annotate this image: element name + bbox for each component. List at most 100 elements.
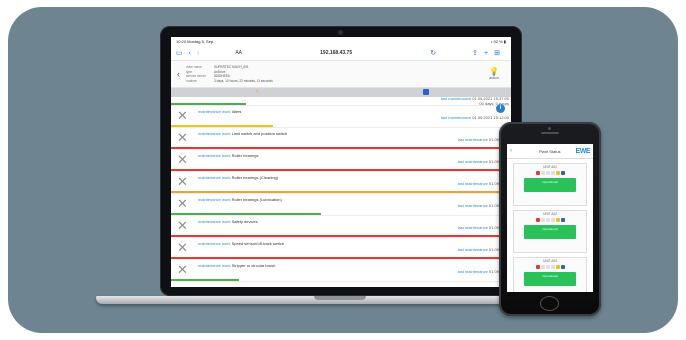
maintenance-prefix: maintenance work [198,153,231,158]
unit-status-button[interactable]: Operational [524,225,576,239]
unit-name: UNIT A01 [543,165,557,169]
status-bar [171,279,239,281]
brand-logo: EWE [575,147,591,155]
status-icons [514,218,586,222]
sidebar-icon[interactable]: ▭ [176,49,183,57]
maintenance-name: Roller bearings (Cleaning) [231,175,279,180]
status-icons [514,171,586,175]
maintenance-title[interactable]: maintenance work Limit switch and positi… [198,131,287,136]
tools-icon: ✕ [177,262,188,277]
phone-title: Plant Status [538,148,561,154]
status-bar [171,147,511,149]
action-label: action [489,76,499,80]
status-bar [171,213,321,215]
status-bar [171,125,273,127]
status-icon [545,218,550,222]
status-icon [550,171,555,175]
reader-aa-button[interactable]: AA [235,50,242,56]
unit-list: UNIT A01 Operational UNIT A02 Operational UN… [507,163,593,292]
maintenance-name: Limit switch and position switch [231,131,288,136]
detail-key: runtime [186,78,197,83]
maintenance-title[interactable]: maintenance work Idlers [198,109,241,114]
tools-icon: ✕ [177,240,188,255]
maintenance-prefix: maintenance work [198,131,231,136]
unit-name: UNIT A03 [543,259,557,263]
maintenance-title[interactable]: maintenance work Roller bearings [198,153,259,158]
action-button[interactable]: 💡 action [489,67,499,81]
maintenance-rows: ✕ maintenance work Idlers last maintenance… [171,104,511,282]
list-item: last maintenance 01.09.2021 15:37:00 00 … [171,96,511,106]
back-icon[interactable]: ‹ [177,69,180,79]
status-icon [560,218,565,222]
forward-chevron-icon[interactable]: › [197,50,199,57]
last-maintenance: last maintenance 01.09.2021 15:12:00 [441,115,509,120]
status-bar-green [171,103,246,105]
status-icon [545,171,550,175]
status-icon [550,265,555,269]
maintenance-title[interactable]: maintenance work Safety devices [198,219,258,224]
reload-icon[interactable]: ↻ [430,49,436,57]
unit-card[interactable]: UNIT A01 Operational [513,163,587,206]
status-time: 10:20 Montag 5. Sep. [176,39,215,44]
speaker [541,132,559,134]
phone-header: ‹ Plant Status EWE [507,144,593,159]
maintenance-name: Roller bearings (Lubrication) [231,197,282,202]
unit-card[interactable]: UNIT A02 Operational [513,210,587,253]
last-maintenance-label: last maintenance [440,96,472,101]
unit-name: UNIT A02 [543,212,557,216]
status-bar [171,257,511,259]
laptop: 10:20 Montag 5. Sep. • 92 % ▮ ▭ ‹ › AA 1… [160,26,522,296]
last-maintenance-date: 01.09.2021 15:12:00 [472,115,509,120]
home-button[interactable] [540,296,559,311]
tools-icon: ✕ [177,108,188,123]
list-item[interactable]: ✕ maintenance work Safety devices last mai… [171,216,511,238]
new-tab-icon[interactable]: + [484,50,488,57]
unit-status-button[interactable]: Operational [524,272,576,286]
unit-status-button[interactable]: Operational [524,178,576,192]
maintenance-prefix: maintenance work [198,219,231,224]
detail-value: 3 days, 10 hours, 22 minutes, 11 seconds [214,78,273,83]
front-camera [548,127,551,130]
maintenance-prefix: maintenance work [198,175,231,180]
tools-icon: ✕ [177,196,188,211]
info-icon[interactable]: i [496,104,505,113]
back-icon[interactable]: ‹ [510,148,512,154]
lightbulb-icon: 💡 [489,67,499,76]
maintenance-prefix: maintenance work [198,109,231,114]
status-icon [535,171,540,175]
calendar-icon[interactable] [423,89,429,95]
list-item[interactable]: ✕ maintenance work Stripper or circular b… [171,260,511,282]
maintenance-name: Idlers [231,109,242,114]
maintenance-title[interactable]: maintenance work Speed sensor/off-track … [198,241,284,246]
tabs-icon[interactable]: ⊞ [494,49,500,57]
last-maintenance-label: last maintenance [457,225,488,230]
list-item[interactable]: ✕ maintenance work Idlers last maintenance… [171,104,511,128]
maintenance-title[interactable]: maintenance work Roller bearings (Lubric… [198,197,282,202]
list-item[interactable]: ✕ maintenance work Speed sensor/off-track… [171,238,511,260]
tools-icon: ✕ [177,130,188,145]
back-chevron-icon[interactable]: ‹ [189,50,191,57]
maintenance-list: last maintenance 01.09.2021 15:37:00 00 … [171,96,511,106]
status-icon [535,265,540,269]
list-item[interactable]: ✕ maintenance work Roller bearings (Clean… [171,172,511,194]
maintenance-name: Speed sensor/off-track switch [231,241,284,246]
maintenance-title[interactable]: maintenance work Roller bearings (Cleani… [198,175,278,180]
maintenance-name: Roller bearings [231,153,259,158]
list-item[interactable]: ✕ maintenance work Roller bearings last ma… [171,150,511,172]
maintenance-name: Stripper or circular brush [231,263,276,268]
list-item[interactable]: ✕ maintenance work Limit switch and posit… [171,128,511,150]
status-icon [545,265,550,269]
maintenance-name: Safety devices [231,219,258,224]
filter-icon[interactable]: ✎ [255,89,260,96]
url-field[interactable]: 192.168.43.75 [242,50,430,56]
device-info-bar: ‹ drive name SUPERTEC MACH_001 type AnDr… [171,61,511,88]
share-icon[interactable]: ⇪ [472,49,478,57]
list-item[interactable]: ✕ maintenance work Roller bearings (Lubri… [171,194,511,216]
laptop-notch [314,296,366,300]
maintenance-title[interactable]: maintenance work Stripper or circular br… [198,263,275,268]
unit-card[interactable]: UNIT A03 Operational [513,257,587,292]
tools-icon: ✕ [177,152,188,167]
maintenance-prefix: maintenance work [198,197,231,202]
status-icons [514,265,586,269]
device-details: drive name SUPERTEC MACH_001 type AnDriv… [186,65,294,83]
